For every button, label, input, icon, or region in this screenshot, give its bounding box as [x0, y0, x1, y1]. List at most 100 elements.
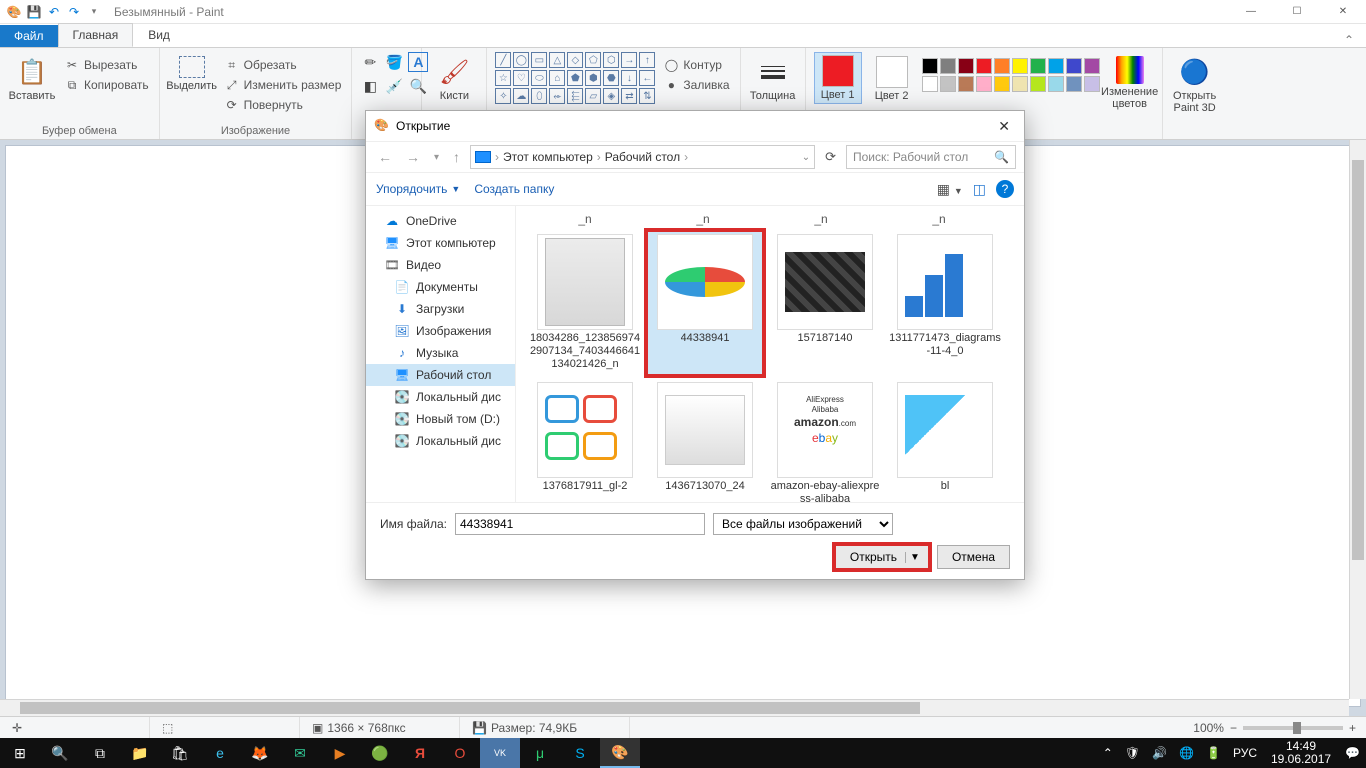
taskbar-app-firefox[interactable]: 🦊 [240, 738, 280, 768]
color2-button[interactable]: Цвет 2 [868, 52, 916, 102]
folder-tree[interactable]: ☁OneDrive🖥Этот компьютер🎞Видео📄Документы… [366, 206, 516, 502]
tray-defender-icon[interactable]: 🛡 [1119, 746, 1146, 760]
palette-swatch[interactable] [1066, 76, 1082, 92]
taskbar-app-yandex[interactable]: Я [400, 738, 440, 768]
nav-back-button[interactable]: ← [374, 149, 396, 165]
filename-input[interactable] [455, 513, 705, 535]
nav-up-button[interactable]: ↑ [449, 149, 464, 165]
file-thumbnail[interactable]: 18034286_1238569742907134_74034466411340… [526, 230, 644, 376]
maximize-button[interactable]: ☐ [1274, 0, 1320, 24]
taskbar-app-paint[interactable]: 🎨 [600, 738, 640, 768]
copy-button[interactable]: ⧉Копировать [62, 76, 151, 94]
taskbar-app-mail[interactable]: ✉ [280, 738, 320, 768]
task-view-button[interactable]: ⧉ [80, 738, 120, 768]
tab-file[interactable]: Файл [0, 25, 58, 47]
help-button[interactable]: ? [996, 180, 1014, 198]
new-folder-button[interactable]: Создать папку [474, 182, 554, 196]
breadcrumb[interactable]: › Этот компьютер › Рабочий стол › ⌄ [470, 145, 815, 169]
palette-swatch[interactable] [994, 76, 1010, 92]
tray-network-icon[interactable]: 🌐 [1173, 746, 1200, 760]
tree-item[interactable]: ♪Музыка [366, 342, 515, 364]
crop-button[interactable]: ⌗Обрезать [222, 56, 344, 74]
palette-swatch[interactable] [976, 58, 992, 74]
shape-fill-button[interactable]: ●Заливка [661, 76, 731, 94]
tree-item[interactable]: 📄Документы [366, 276, 515, 298]
rotate-button[interactable]: ⟳Повернуть [222, 96, 344, 114]
open-paint3d-button[interactable]: 🔵 Открыть Paint 3D [1171, 52, 1219, 114]
qat-undo-icon[interactable]: ↶ [46, 4, 62, 20]
file-thumbnail[interactable]: bl [886, 378, 1004, 502]
filetype-select[interactable]: Все файлы изображений [713, 513, 893, 535]
crumb-dropdown-icon[interactable]: ⌄ [802, 152, 810, 163]
qat-redo-icon[interactable]: ↷ [66, 4, 82, 20]
tray-volume-icon[interactable]: 🔊 [1146, 746, 1173, 760]
tray-language[interactable]: РУС [1227, 746, 1263, 760]
open-dropdown-icon[interactable]: ▼ [905, 552, 924, 563]
palette-swatch[interactable] [1012, 58, 1028, 74]
color-palette[interactable] [922, 52, 1100, 92]
picker-tool[interactable]: 💉 [384, 76, 404, 96]
tree-item[interactable]: ☁OneDrive [366, 210, 515, 232]
taskbar-app-edge[interactable]: e [200, 738, 240, 768]
tree-item[interactable]: 🖼Изображения [366, 320, 515, 342]
file-thumbnail[interactable]: 1311771473_diagrams-11-4_0 [886, 230, 1004, 376]
start-button[interactable]: ⊞ [0, 738, 40, 768]
search-input[interactable]: Поиск: Рабочий стол 🔍 [846, 145, 1016, 169]
palette-swatch[interactable] [1048, 76, 1064, 92]
eraser-tool[interactable]: ◧ [360, 76, 380, 96]
taskbar-app-vk[interactable]: VK [480, 738, 520, 768]
tree-item[interactable]: 💽Локальный дис [366, 386, 515, 408]
palette-swatch[interactable] [1030, 76, 1046, 92]
tree-item[interactable]: 💽Новый том (D:) [366, 408, 515, 430]
tree-item[interactable]: 🖥Рабочий стол [366, 364, 515, 386]
select-button[interactable]: Выделить [168, 52, 216, 92]
palette-swatch[interactable] [958, 58, 974, 74]
file-list[interactable]: _n_n_n_n 18034286_1238569742907134_74034… [516, 206, 1024, 502]
cancel-button[interactable]: Отмена [937, 545, 1010, 569]
taskbar-app-opera[interactable]: O [440, 738, 480, 768]
refresh-button[interactable]: ⟳ [821, 149, 840, 165]
resize-button[interactable]: ⤢Изменить размер [222, 76, 344, 94]
palette-swatch[interactable] [922, 76, 938, 92]
file-thumbnail[interactable]: 1376817911_gl-2 [526, 378, 644, 502]
minimize-button[interactable]: — [1228, 0, 1274, 24]
organize-button[interactable]: Упорядочить ▼ [376, 182, 460, 196]
shapes-gallery[interactable]: ╱◯▭△◇⬠⬡→↑ ☆♡⬭⌂⬟⬢⬣↓← ✧☁⬯⬰⬱▱◈⇄⇅ [495, 52, 655, 104]
tray-notifications-icon[interactable]: 💬 [1339, 746, 1366, 760]
file-thumbnail[interactable]: 157187140 [766, 230, 884, 376]
fill-tool[interactable]: 🪣 [384, 52, 404, 72]
palette-swatch[interactable] [1066, 58, 1082, 74]
edit-colors-button[interactable]: Изменение цветов [1106, 52, 1154, 110]
palette-swatch[interactable] [1012, 76, 1028, 92]
preview-pane-button[interactable]: ◫ [973, 181, 986, 198]
taskbar-app-chrome[interactable]: 🟢 [360, 738, 400, 768]
taskbar-app-utorrent[interactable]: μ [520, 738, 560, 768]
palette-swatch[interactable] [958, 76, 974, 92]
tab-home[interactable]: Главная [58, 23, 134, 47]
zoom-slider[interactable] [1243, 726, 1343, 730]
nav-forward-button[interactable]: → [402, 149, 424, 165]
search-button[interactable]: 🔍 [40, 738, 80, 768]
taskbar-app-explorer[interactable]: 📁 [120, 738, 160, 768]
open-button[interactable]: Открыть▼ [835, 545, 929, 569]
palette-swatch[interactable] [1084, 76, 1100, 92]
palette-swatch[interactable] [976, 76, 992, 92]
palette-swatch[interactable] [940, 58, 956, 74]
color1-button[interactable]: Цвет 1 [814, 52, 862, 104]
tray-expand-icon[interactable]: ⌃ [1097, 746, 1119, 760]
brushes-button[interactable]: 🖌 Кисти [430, 52, 478, 102]
tree-item[interactable]: 🎞Видео [366, 254, 515, 276]
tree-item[interactable]: 🖥Этот компьютер [366, 232, 515, 254]
file-thumbnail[interactable]: 1436713070_24 [646, 378, 764, 502]
dialog-close-button[interactable]: ✕ [992, 116, 1016, 137]
view-mode-button[interactable]: ▦ ▼ [937, 181, 963, 198]
nav-history-button[interactable]: ▾ [430, 152, 443, 163]
tray-battery-icon[interactable]: 🔋 [1200, 746, 1227, 760]
pencil-tool[interactable]: ✏ [360, 52, 380, 72]
palette-swatch[interactable] [940, 76, 956, 92]
palette-swatch[interactable] [1084, 58, 1100, 74]
close-button[interactable]: ✕ [1320, 0, 1366, 24]
qat-save-icon[interactable]: 💾 [26, 4, 42, 20]
ribbon-collapse-icon[interactable]: ⌃ [1332, 33, 1366, 47]
tree-item[interactable]: ⬇Загрузки [366, 298, 515, 320]
